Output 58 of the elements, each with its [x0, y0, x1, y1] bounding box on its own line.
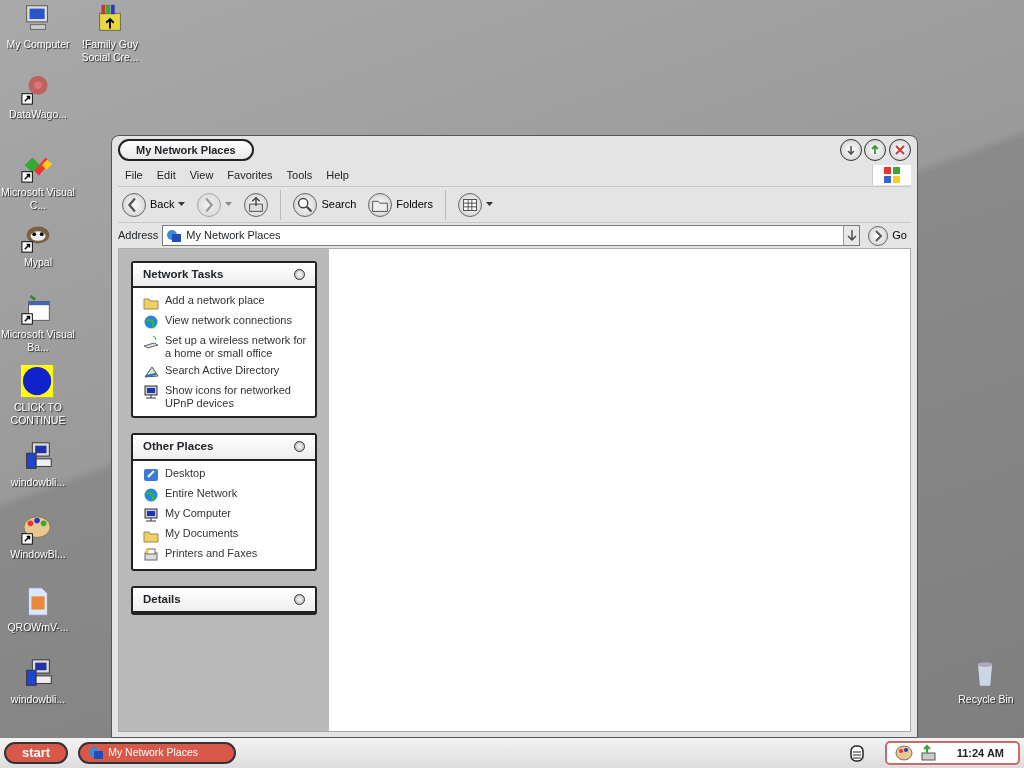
task-link[interactable]: Set up a wireless network for a home or small office — [165, 334, 307, 361]
collapse-button[interactable] — [294, 269, 305, 281]
clock: 11:24 AM — [956, 745, 1004, 761]
desktop-icon-label[interactable]: Recycle Bin — [958, 693, 1014, 706]
globe-icon — [143, 314, 159, 331]
task-link[interactable]: My Computer — [165, 506, 232, 520]
menu-item[interactable]: Tools — [279, 166, 320, 184]
task-link[interactable]: Printers and Faxes — [165, 546, 258, 560]
desktop-icon-label[interactable]: WindowBl... — [10, 548, 66, 561]
go-button[interactable]: Go — [864, 225, 911, 246]
menu-item[interactable]: Edit — [149, 166, 183, 184]
network-icon[interactable] — [918, 744, 937, 762]
maximize-button[interactable] — [864, 139, 887, 161]
grid-icon — [458, 192, 482, 217]
task-link[interactable]: Entire Network — [165, 486, 238, 500]
wireless-icon — [143, 334, 159, 351]
globe-icon — [143, 486, 159, 503]
task-link[interactable]: Desktop — [165, 466, 206, 480]
back-button[interactable]: Back — [118, 192, 190, 217]
monitor-icon — [143, 384, 159, 401]
up-folder-icon — [244, 192, 269, 217]
folder-icon — [368, 192, 393, 217]
menu-item[interactable]: View — [182, 166, 221, 184]
directory-icon — [143, 364, 159, 381]
keyboard-icon[interactable] — [848, 743, 865, 763]
search-icon — [293, 192, 318, 217]
minimize-button[interactable] — [839, 139, 862, 161]
folders-button[interactable]: Folders — [364, 192, 437, 217]
address-field[interactable]: My Network Places — [162, 225, 861, 246]
menu-item[interactable]: Favorites — [220, 166, 280, 184]
search-button[interactable]: Search — [289, 192, 361, 217]
network-icon — [166, 227, 183, 244]
address-label: Address — [118, 228, 159, 244]
taskbar-button[interactable]: My Network Places — [78, 742, 237, 764]
task-link[interactable]: View network connections — [165, 314, 292, 328]
panel-title[interactable]: Details — [143, 590, 181, 608]
desktop-icon — [143, 466, 159, 483]
network-icon — [88, 746, 105, 760]
palette-icon[interactable] — [894, 744, 913, 762]
task-link[interactable]: Search Active Directory — [165, 364, 280, 378]
close-icon — [893, 143, 907, 157]
dropdown-icon[interactable] — [843, 226, 860, 245]
collapse-button[interactable] — [294, 593, 305, 605]
menu-item[interactable]: File — [118, 166, 150, 184]
collapse-button[interactable] — [294, 441, 305, 453]
task-link[interactable]: My Documents — [165, 526, 239, 540]
caret-icon[interactable] — [486, 202, 493, 207]
task-link[interactable]: Show icons for networked UPnP devices — [165, 384, 307, 411]
monitor-icon — [143, 506, 159, 523]
close-button[interactable] — [889, 139, 911, 161]
window-title: My Network Places — [118, 138, 254, 162]
caret-icon[interactable] — [178, 202, 186, 207]
start-button[interactable]: start — [4, 742, 69, 764]
printer-icon — [143, 546, 159, 563]
desktop-icon-label[interactable]: windowbli... — [10, 693, 66, 706]
desktop-icon-label[interactable]: QROWmV-... — [7, 621, 69, 634]
task-link[interactable]: Add a network place — [165, 294, 265, 308]
menu-item[interactable]: Help — [319, 166, 356, 184]
